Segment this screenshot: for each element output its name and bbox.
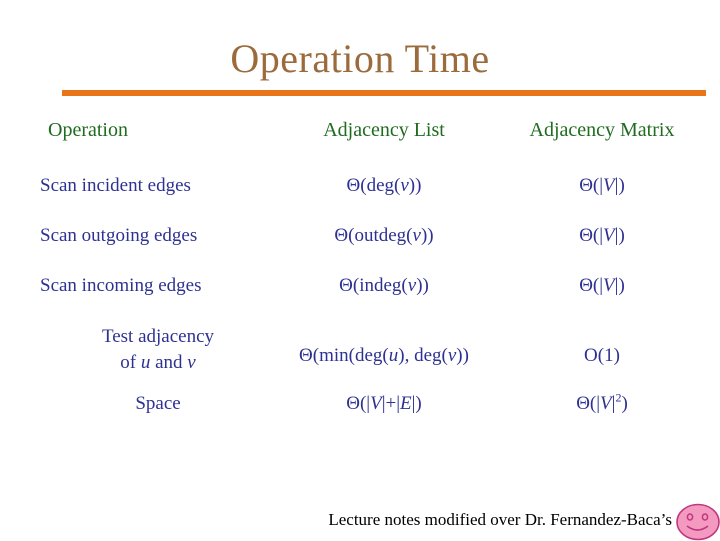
cell-adjacency-matrix: Θ(|V|) — [579, 225, 625, 246]
cell-operation: Scan outgoing edges — [40, 225, 198, 246]
table-row: Test adjacency of u and v Θ(min(deg(u), … — [0, 324, 720, 392]
cell-adjacency-list: Θ(indeg(v)) — [339, 275, 429, 296]
table-row: Scan incoming edges Θ(indeg(v)) Θ(|V|) — [0, 274, 720, 324]
cell-operation: Scan incoming edges — [40, 275, 202, 296]
cell-operation-line1: Test adjacency — [101, 326, 215, 347]
table-row: Scan incident edges Θ(deg(v)) Θ(|V|) — [0, 174, 720, 224]
smiley-face-icon — [676, 503, 720, 541]
slide-canvas: Operation Time Operation Adjacency List … — [0, 0, 720, 541]
cell-operation: Scan incident edges — [40, 175, 191, 196]
cell-adjacency-matrix-base: Θ(|V| — [576, 393, 616, 414]
column-header-adjacency-list: Adjacency List — [323, 119, 445, 141]
cell-adjacency-list: Θ(min(deg(u), deg(v)) — [299, 345, 469, 366]
cell-adjacency-matrix: Θ(|V|) — [579, 275, 625, 296]
title-divider — [62, 90, 706, 96]
cell-operation-line2: of u and v — [120, 352, 196, 373]
cell-adjacency-matrix: O(1) — [584, 345, 620, 366]
table-header-row: Operation Adjacency List Adjacency Matri… — [0, 118, 720, 174]
column-header-adjacency-matrix: Adjacency Matrix — [529, 119, 675, 141]
cell-adjacency-list: Θ(|V|+|E|) — [346, 393, 422, 414]
footer-credit-text: Lecture notes modified over Dr. Fernande… — [328, 510, 672, 529]
cell-adjacency-list: Θ(outdeg(v)) — [334, 225, 434, 246]
table-row: Scan outgoing edges Θ(outdeg(v)) Θ(|V|) — [0, 224, 720, 274]
table-row: Space Θ(|V|+|E|) Θ(|V|2) — [0, 392, 720, 448]
cell-adjacency-matrix: Θ(|V|) — [579, 175, 625, 196]
cell-adjacency-matrix-tail: ) — [621, 393, 628, 414]
cell-adjacency-matrix: Θ(|V|2) — [492, 392, 712, 416]
slide-footer: Lecture notes modified over Dr. Fernande… — [0, 505, 720, 540]
operation-time-table: Operation Adjacency List Adjacency Matri… — [0, 118, 720, 448]
column-header-operation: Operation — [48, 119, 128, 141]
cell-operation: Space — [135, 393, 181, 414]
page-title: Operation Time — [230, 36, 490, 81]
cell-operation: Test adjacency of u and v — [40, 324, 276, 376]
cell-adjacency-list: Θ(deg(v)) — [346, 175, 422, 196]
